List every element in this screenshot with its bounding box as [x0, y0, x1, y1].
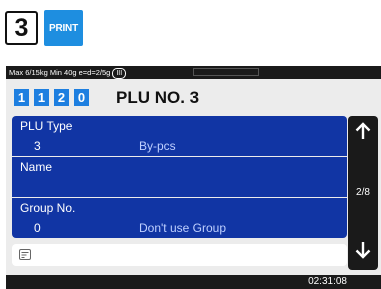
scale-spec-text: Max 6/15kg Min 40g e=d=2/5g	[9, 68, 111, 77]
field-label: PLU Type	[20, 119, 73, 133]
plu-digit: 1	[34, 89, 49, 106]
name-field[interactable]: Name	[12, 157, 347, 197]
step-number: 3	[5, 11, 38, 45]
group-no-field[interactable]: Group No. 0 Don't use Group	[12, 198, 347, 238]
field-value-text: By-pcs	[139, 139, 176, 153]
plu-digit: 0	[74, 89, 89, 106]
status-indicator	[193, 68, 259, 76]
plu-digit: 2	[54, 89, 69, 106]
arrow-up-icon	[355, 122, 371, 139]
field-list: PLU Type 3 By-pcs Name Group No. 0 Don't…	[12, 116, 347, 284]
accuracy-class-badge: III	[112, 68, 127, 79]
scroll-up-button[interactable]	[348, 122, 378, 140]
memo-icon	[19, 249, 31, 260]
scroll-sidebar: 2/8	[348, 116, 378, 270]
plu-code-digits: 1 1 2 0	[14, 89, 89, 106]
plu-type-field[interactable]: PLU Type 3 By-pcs	[12, 116, 347, 156]
plu-digit: 1	[14, 89, 29, 106]
field-label: Group No.	[20, 201, 76, 215]
field-label: Name	[20, 160, 53, 174]
page-title: PLU NO. 3	[116, 88, 200, 107]
memo-input[interactable]	[12, 244, 347, 266]
clock: 02:31:08	[308, 276, 347, 287]
field-value-text: Don't use Group	[139, 221, 227, 235]
bottom-bar: 02:31:08	[6, 275, 381, 289]
print-key-button[interactable]: PRINT	[44, 10, 83, 46]
scale-spec: Max 6/15kg Min 40g e=d=2/5g III	[9, 66, 127, 79]
field-value: 3	[34, 139, 41, 153]
status-bar: Max 6/15kg Min 40g e=d=2/5g III	[6, 66, 381, 79]
scroll-down-button[interactable]	[348, 241, 378, 259]
field-value: 0	[34, 221, 41, 235]
arrow-down-icon	[355, 242, 371, 259]
page-indicator: 2/8	[356, 187, 370, 198]
scale-display: Max 6/15kg Min 40g e=d=2/5g III 1 1 2 0 P…	[6, 66, 381, 289]
